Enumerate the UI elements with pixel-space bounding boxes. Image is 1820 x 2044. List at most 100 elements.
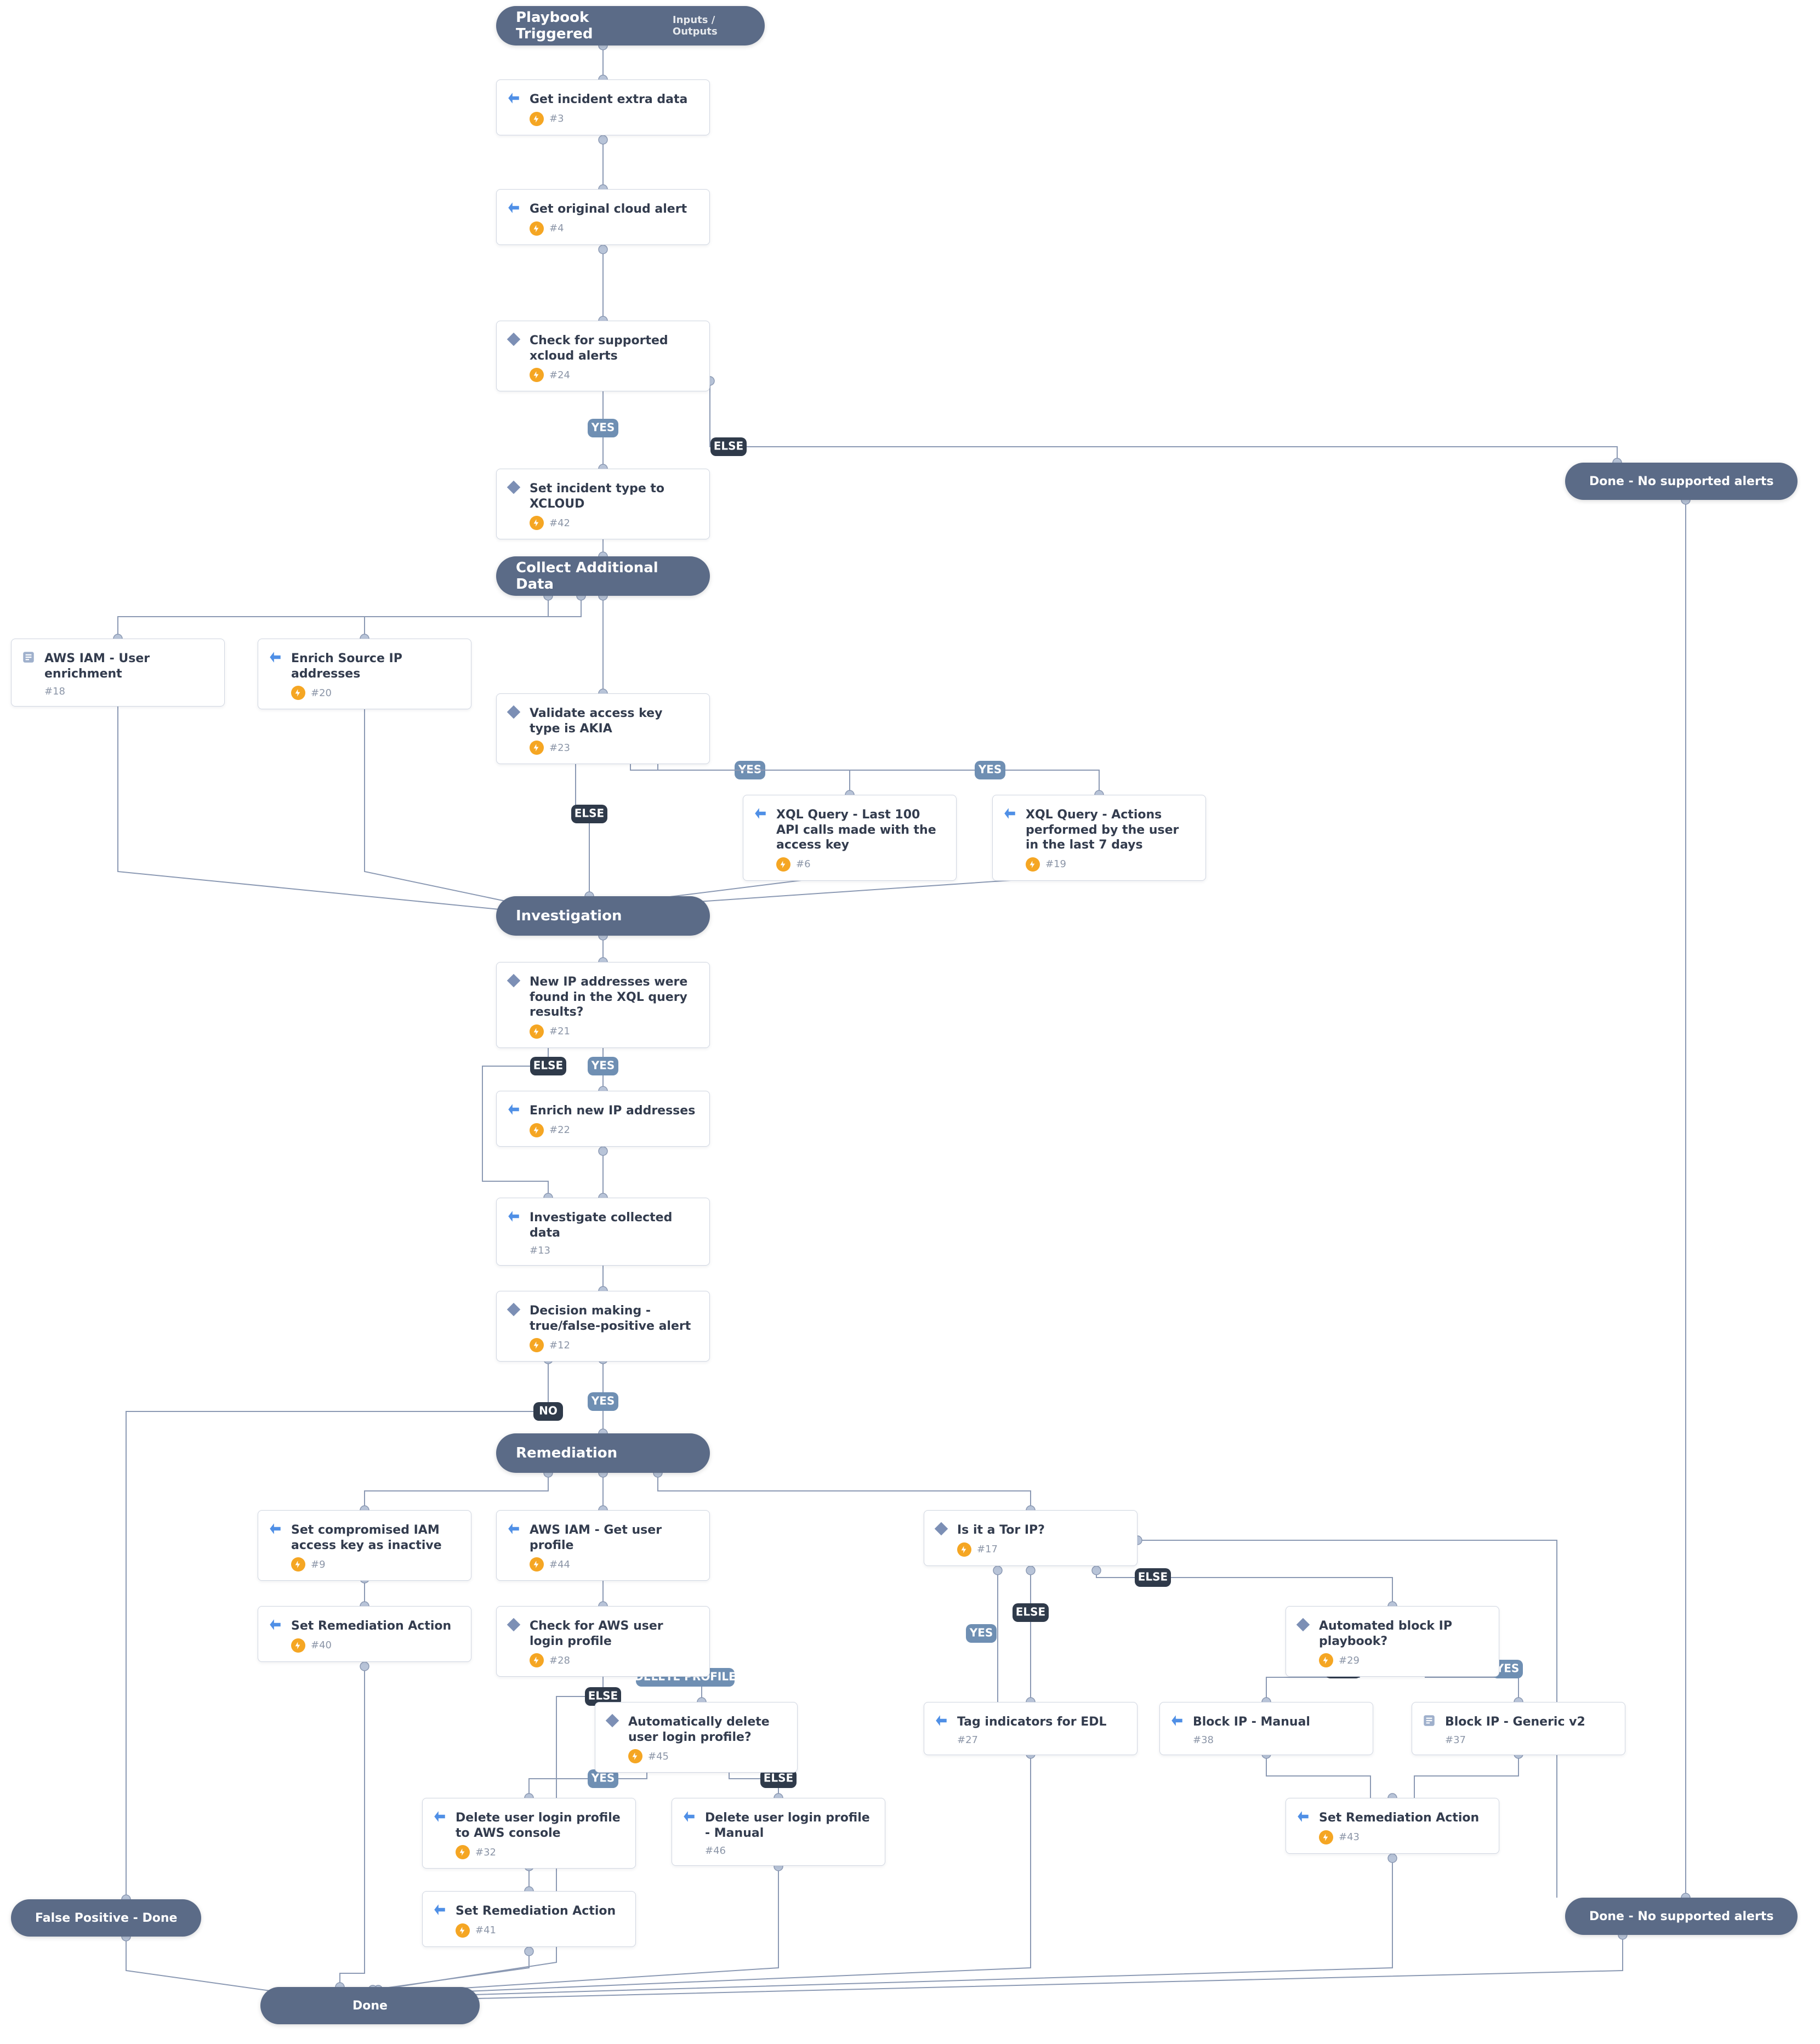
task-delete-login-profile-aws[interactable]: Delete user login profile to AWS console…	[422, 1798, 636, 1869]
section-title: Investigation	[516, 908, 622, 924]
task-block-ip-manual[interactable]: Block IP - Manual #38	[1159, 1702, 1373, 1755]
bolt-icon	[530, 516, 544, 530]
bolt-icon	[1319, 1653, 1333, 1667]
condition-icon	[507, 1618, 521, 1632]
condition-icon	[507, 480, 521, 494]
task-id: #43	[1339, 1831, 1360, 1843]
task-id: #40	[311, 1639, 332, 1651]
task-title: Investigate collected data	[530, 1210, 696, 1240]
task-get-original-cloud-alert[interactable]: Get original cloud alert #4	[496, 189, 710, 245]
cond-automated-block-ip[interactable]: Automated block IP playbook? #29	[1286, 1606, 1499, 1677]
task-title: Get original cloud alert	[530, 202, 696, 217]
task-enrich-new-ip-addresses[interactable]: Enrich new IP addresses #22	[496, 1091, 710, 1147]
bolt-icon	[530, 221, 544, 236]
edge-label: YES	[591, 421, 615, 434]
condition-icon	[507, 1302, 521, 1317]
task-icon	[507, 1102, 521, 1117]
task-set-remediation-action-43[interactable]: Set Remediation Action #43	[1286, 1798, 1499, 1854]
task-investigate-collected-data[interactable]: Investigate collected data #13	[496, 1198, 710, 1266]
task-id: #17	[977, 1544, 998, 1555]
task-icon	[507, 1209, 521, 1223]
cond-check-supported-xcloud-alerts[interactable]: Check for supported xcloud alerts #24	[496, 321, 710, 391]
bolt-icon	[291, 686, 305, 700]
task-title: Block IP - Generic v2	[1445, 1715, 1612, 1730]
task-id: #32	[475, 1847, 496, 1858]
task-id: #12	[549, 1340, 570, 1351]
terminal-label: Done - No supported alerts	[1589, 1910, 1773, 1923]
edge-label: ELSE	[1016, 1605, 1045, 1619]
edge-label: YES	[591, 1772, 615, 1785]
task-icon	[1170, 1713, 1184, 1728]
task-id: #4	[549, 223, 564, 234]
edge-label: ELSE	[588, 1689, 618, 1703]
task-icon	[1296, 1809, 1310, 1824]
condition-icon	[507, 332, 521, 346]
condition-icon	[934, 1522, 948, 1536]
task-title: XQL Query - Actions performed by the use…	[1026, 807, 1192, 853]
section-investigation[interactable]: Investigation	[496, 896, 710, 936]
cond-decision-true-false-positive[interactable]: Decision making - true/false-positive al…	[496, 1291, 710, 1362]
terminal-done[interactable]: Done	[260, 1987, 480, 2024]
task-id: #9	[311, 1559, 326, 1570]
task-title: Set Remediation Action	[456, 1904, 622, 1919]
bolt-icon	[530, 1123, 544, 1137]
bolt-icon	[530, 112, 544, 126]
task-enrich-source-ip-addresses[interactable]: Enrich Source IP addresses #20	[258, 639, 471, 709]
bolt-icon	[530, 1653, 544, 1667]
cond-check-aws-login-profile[interactable]: Check for AWS user login profile #28	[496, 1606, 710, 1677]
terminal-done-no-supported-alerts-bottom[interactable]: Done - No supported alerts	[1565, 1898, 1798, 1935]
task-id: #13	[530, 1245, 550, 1256]
task-aws-iam-get-user-profile[interactable]: AWS IAM - Get user profile #44	[496, 1510, 710, 1581]
playbook-block-ip-generic-v2[interactable]: Block IP - Generic v2 #37	[1412, 1702, 1625, 1755]
task-title: Set Remediation Action	[1319, 1810, 1486, 1826]
task-id: #6	[796, 858, 811, 870]
section-remediation[interactable]: Remediation	[496, 1433, 710, 1473]
edge-label: NO	[539, 1404, 558, 1417]
task-title: XQL Query - Last 100 API calls made with…	[776, 807, 943, 853]
cond-set-incident-type-xcloud[interactable]: Set incident type to XCLOUD #42	[496, 469, 710, 539]
task-set-remediation-action-41[interactable]: Set Remediation Action #41	[422, 1891, 636, 1947]
task-xql-user-actions-7-days[interactable]: XQL Query - Actions performed by the use…	[992, 795, 1206, 881]
task-xql-last-100-api-calls[interactable]: XQL Query - Last 100 API calls made with…	[743, 795, 957, 881]
section-title: Playbook Triggered	[516, 9, 640, 42]
cond-validate-access-key-akia[interactable]: Validate access key type is AKIA #23	[496, 693, 710, 764]
task-id: #29	[1339, 1655, 1360, 1666]
condition-icon	[507, 973, 521, 988]
task-id: #3	[549, 113, 564, 124]
task-set-remediation-action-40[interactable]: Set Remediation Action #40	[258, 1606, 471, 1662]
bolt-icon	[776, 857, 790, 872]
task-id: #37	[1445, 1734, 1466, 1746]
edge-label: ELSE	[533, 1059, 563, 1072]
playbook-aws-iam-user-enrichment[interactable]: AWS IAM - User enrichment #18	[11, 639, 225, 707]
section-playbook-triggered[interactable]: Playbook Triggered Inputs / Outputs	[496, 6, 765, 45]
task-icon	[433, 1903, 447, 1917]
terminal-label: False Positive - Done	[35, 1911, 177, 1925]
terminal-label: Done - No supported alerts	[1589, 475, 1773, 488]
cond-is-tor-ip[interactable]: Is it a Tor IP? #17	[924, 1510, 1138, 1566]
cond-new-ip-addresses-found[interactable]: New IP addresses were found in the XQL q…	[496, 962, 710, 1048]
terminal-false-positive-done[interactable]: False Positive - Done	[11, 1899, 201, 1937]
task-title: Set Remediation Action	[291, 1619, 458, 1634]
bolt-icon	[530, 1338, 544, 1352]
task-title: Check for AWS user login profile	[530, 1619, 696, 1649]
task-delete-login-profile-manual[interactable]: Delete user login profile - Manual #46	[672, 1798, 885, 1866]
task-tag-indicators-edl[interactable]: Tag indicators for EDL #27	[924, 1702, 1138, 1755]
task-id: #22	[549, 1124, 570, 1136]
task-title: AWS IAM - Get user profile	[530, 1523, 696, 1553]
task-title: Block IP - Manual	[1193, 1715, 1360, 1730]
task-id: #41	[475, 1925, 496, 1936]
section-sub[interactable]: Inputs / Outputs	[673, 14, 745, 37]
edge-label: ELSE	[1138, 1570, 1168, 1584]
bolt-icon	[530, 368, 544, 382]
bolt-icon	[456, 1845, 470, 1859]
edge-label: YES	[738, 763, 762, 776]
cond-auto-delete-login-profile[interactable]: Automatically delete user login profile?…	[595, 1702, 798, 1773]
task-get-incident-extra-data[interactable]: Get incident extra data #3	[496, 79, 710, 135]
section-collect-data[interactable]: Collect Additional Data	[496, 556, 710, 596]
terminal-done-no-supported-alerts-top[interactable]: Done - No supported alerts	[1565, 463, 1798, 500]
task-set-iam-key-inactive[interactable]: Set compromised IAM access key as inacti…	[258, 1510, 471, 1581]
task-id: #46	[705, 1845, 726, 1857]
task-icon	[934, 1713, 948, 1728]
playbook-icon	[1422, 1713, 1436, 1728]
task-icon	[682, 1809, 696, 1824]
